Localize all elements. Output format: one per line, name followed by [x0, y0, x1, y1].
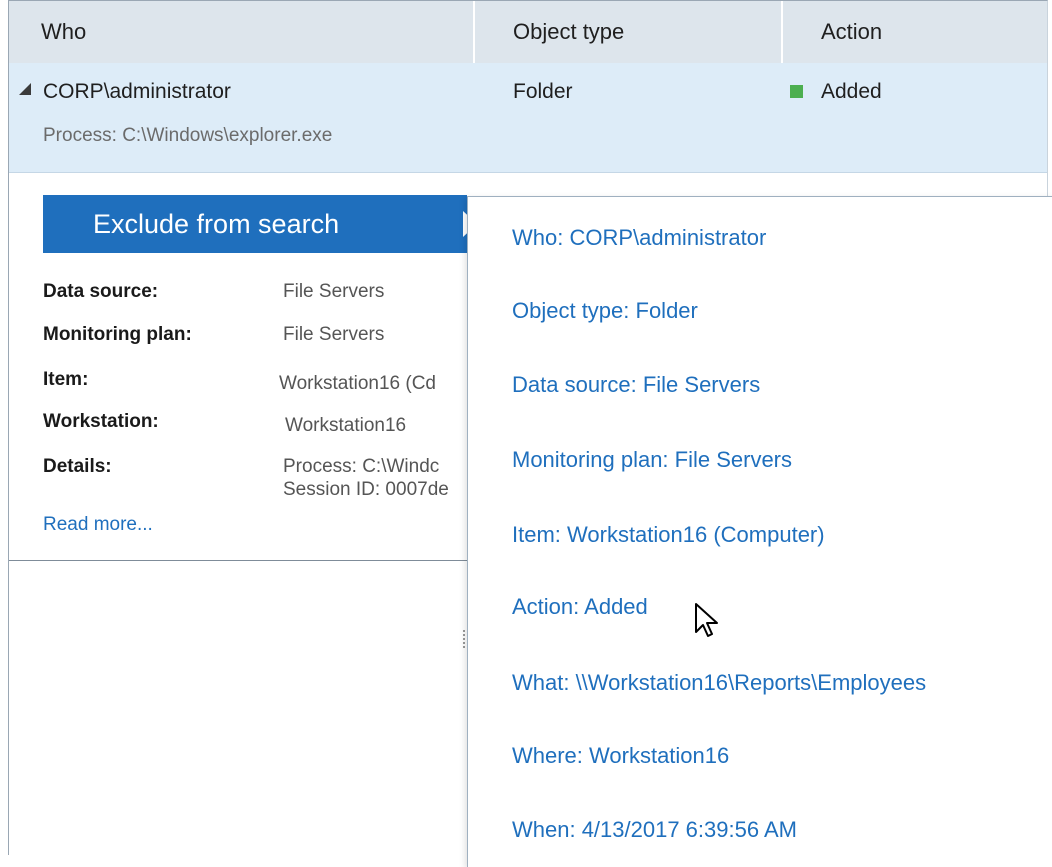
monitoring-plan-label: Monitoring plan:	[43, 324, 192, 345]
collapse-triangle-icon[interactable]	[19, 83, 31, 95]
table-header: Who Object type Action	[9, 1, 1047, 64]
exclude-submenu: Who: CORP\administrator Object type: Fol…	[467, 196, 1052, 867]
data-source-value: File Servers	[283, 281, 385, 302]
column-header-object-type[interactable]: Object type	[513, 1, 624, 63]
menu-item-who[interactable]: Who: CORP\administrator	[512, 225, 766, 251]
menu-item-action[interactable]: Action: Added	[512, 594, 648, 620]
mouse-pointer-icon	[695, 603, 718, 637]
item-label: Item:	[43, 369, 89, 390]
added-status-icon	[790, 85, 803, 98]
exclude-from-search-button[interactable]: Exclude from search	[43, 195, 477, 253]
row-process: Process: C:\Windows\explorer.exe	[43, 125, 333, 146]
column-header-who[interactable]: Who	[41, 1, 86, 63]
menu-item-object-type[interactable]: Object type: Folder	[512, 298, 698, 324]
read-more-link[interactable]: Read more...	[43, 514, 153, 536]
column-separator[interactable]	[781, 1, 783, 63]
menu-item-what[interactable]: What: \\Workstation16\Reports\Employees	[512, 670, 926, 696]
row-action: Added	[821, 80, 882, 103]
details-value-line2: Session ID: 0007de	[283, 479, 449, 500]
row-who: CORP\administrator	[43, 80, 231, 103]
column-header-action[interactable]: Action	[821, 1, 882, 63]
menu-item-monitoring-plan[interactable]: Monitoring plan: File Servers	[512, 447, 792, 473]
column-separator[interactable]	[473, 1, 475, 63]
workstation-value: Workstation16	[285, 415, 407, 436]
menu-item-where[interactable]: Where: Workstation16	[512, 743, 729, 769]
menu-item-item[interactable]: Item: Workstation16 (Computer)	[512, 522, 825, 548]
row-detail-panel: Exclude from search Data source: File Se…	[9, 173, 477, 561]
menu-item-data-source[interactable]: Data source: File Servers	[512, 372, 760, 398]
details-label: Details:	[43, 456, 112, 477]
row-object-type: Folder	[513, 80, 573, 103]
details-value-line1: Process: C:\Windc	[283, 456, 440, 477]
menu-item-when[interactable]: When: 4/13/2017 6:39:56 AM	[512, 817, 797, 843]
data-source-label: Data source:	[43, 281, 159, 302]
monitoring-plan-value: File Servers	[283, 324, 385, 345]
item-value: Workstation16 (Cd	[279, 373, 436, 394]
workstation-label: Workstation:	[43, 411, 159, 432]
grid-splitter	[463, 630, 465, 650]
table-row[interactable]: CORP\administrator Process: C:\Windows\e…	[9, 63, 1047, 173]
exclude-from-search-label: Exclude from search	[93, 208, 340, 239]
